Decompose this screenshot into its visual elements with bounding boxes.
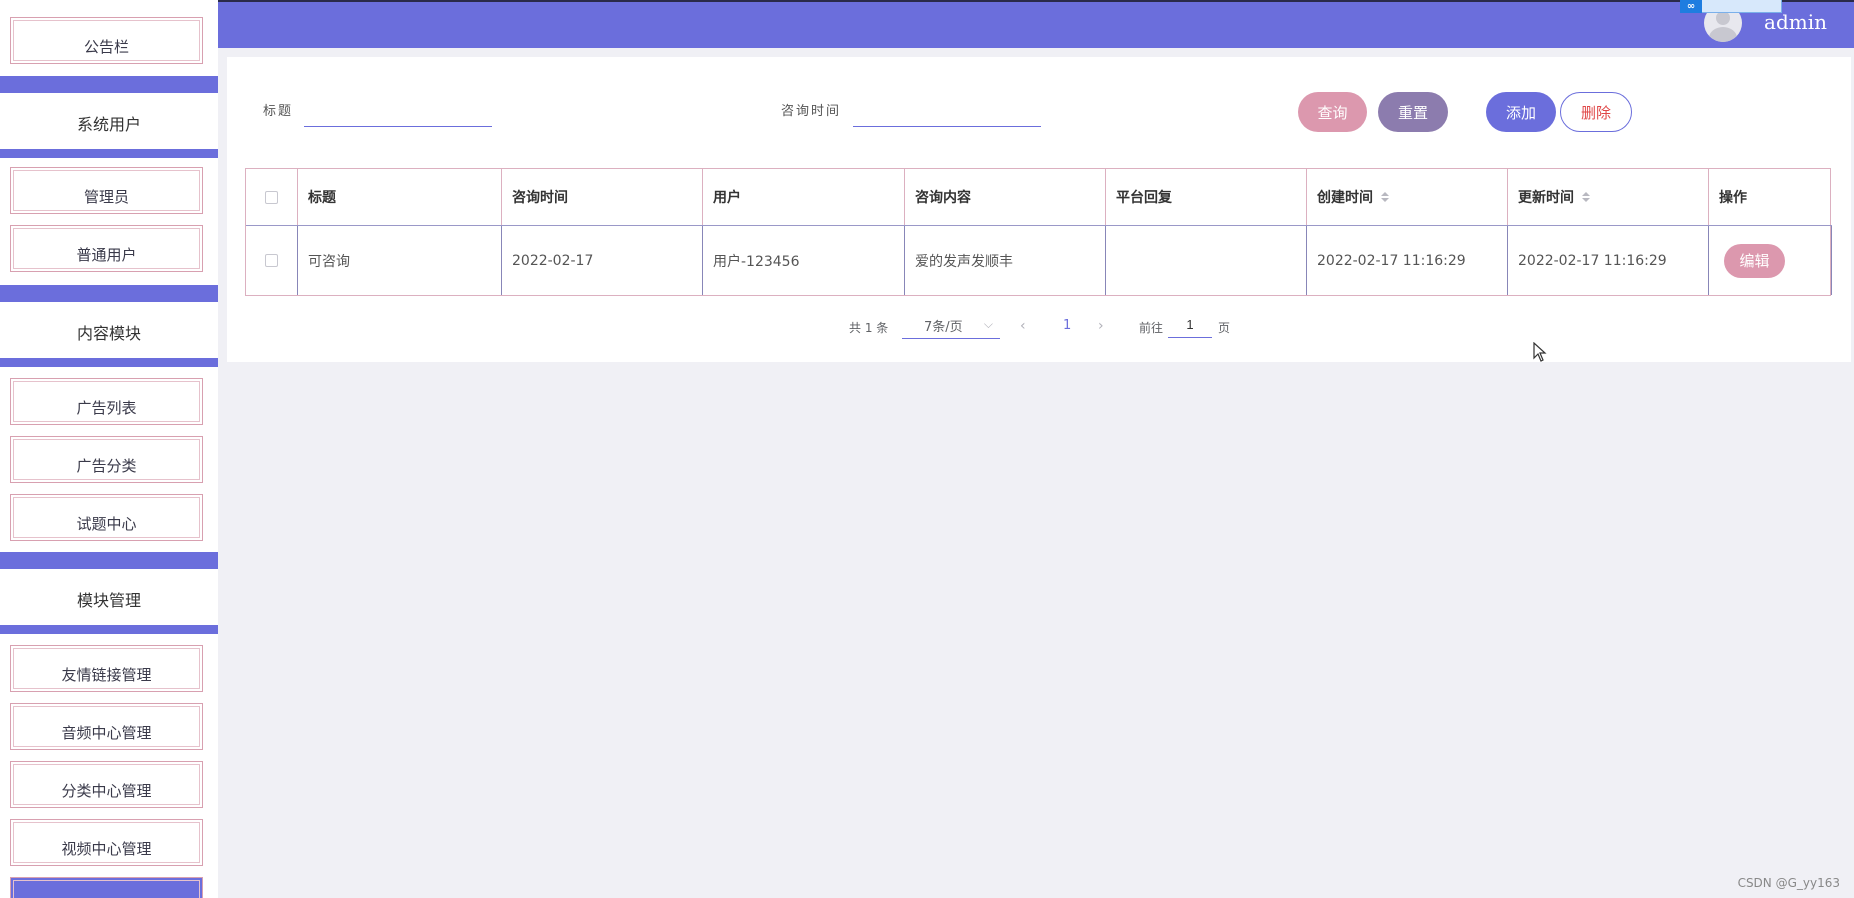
column-header-consult-time: 咨询时间 [502,169,703,225]
column-header-title: 标题 [298,169,502,225]
select-all-checkbox[interactable] [265,190,278,204]
mouse-cursor-icon [1533,342,1547,362]
table-row: 可咨询 2022-02-17 用户-123456 爱的发声发顺丰 2022-02… [246,226,1832,295]
row-checkbox[interactable] [265,254,278,267]
sidebar-item-exam-center[interactable]: 试题中心 [10,494,203,541]
sidebar-item-label: 友情链接管理 [61,666,152,684]
cell-updated: 2022-02-17 11:16:29 [1508,226,1709,295]
sidebar-item-label: 广告分类 [76,457,137,475]
pagination-total: 共 1 条 [849,321,889,335]
title-search-input[interactable] [304,97,492,127]
sort-icon[interactable] [1582,192,1590,202]
sidebar-item-friend-links[interactable]: 友情链接管理 [10,645,203,692]
column-header-user: 用户 [703,169,905,225]
sidebar-group-label: 系统用户 [76,115,141,134]
column-header-actions: 操作 [1719,190,1747,206]
sort-icon[interactable] [1381,192,1389,202]
cell-user: 用户-123456 [703,226,905,295]
sidebar-item-ad-category[interactable]: 广告分类 [10,436,203,483]
sidebar-item-category-center[interactable]: 分类中心管理 [10,761,203,808]
cell-consult-time: 2022-02-17 [502,226,703,295]
reset-button[interactable]: 重置 [1378,92,1448,132]
sidebar-item-admin[interactable]: 管理员 [10,167,203,214]
search-button[interactable]: 查询 [1298,92,1367,132]
sidebar-divider [0,358,218,367]
consultation-table: 标题 咨询时间 用户 咨询内容 平台回复 创建时间 更新时间 操作 可咨询 20… [245,168,1832,296]
cell-content: 爱的发声发顺丰 [905,226,1106,295]
sidebar-group-content-module[interactable]: 内容模块 [0,306,218,358]
select-all-cell [246,169,298,225]
sidebar-group-system-users[interactable]: 系统用户 [0,97,218,149]
sidebar-item-audio-center[interactable]: 音频中心管理 [10,703,203,750]
sidebar-item-label: 分类中心管理 [61,782,152,800]
username[interactable]: admin [1764,10,1827,34]
sidebar-item-label: 视频中心管理 [61,840,152,858]
delete-button[interactable]: 删除 [1560,92,1632,132]
page-size-value: 7条/页 [924,320,963,335]
consult-time-search-label: 咨询时间 [781,104,842,119]
sidebar-item-label: 广告列表 [76,399,137,417]
cell-reply [1106,226,1307,295]
column-header-content: 咨询内容 [905,169,1106,225]
sidebar-divider [0,552,218,569]
sidebar-item-ad-list[interactable]: 广告列表 [10,378,203,425]
sidebar-group-module-management[interactable]: 模块管理 [0,573,218,625]
main-card: 标题 咨询时间 查询 重置 添加 删除 标题 咨询时间 用户 咨询内容 平台回复… [227,57,1851,362]
top-header: admin [218,0,1854,48]
watermark: CSDN @G_yy163 [1737,876,1840,890]
add-button[interactable]: 添加 [1486,92,1556,132]
column-header-reply: 平台回复 [1106,169,1307,225]
sidebar-item-normal-user[interactable]: 普通用户 [10,225,203,272]
sidebar-divider [0,285,218,302]
sidebar-item-label: 音频中心管理 [61,724,152,742]
sidebar: 公告栏 系统用户 管理员 普通用户 内容模块 广告列表 广告分类 试题中心 模块… [0,0,218,898]
sidebar-item-label: 管理员 [83,188,129,206]
sidebar-item-bulletin[interactable]: 公告栏 [10,17,203,64]
edit-button[interactable]: 编辑 [1724,243,1785,278]
row-select-cell [246,226,298,295]
sidebar-item-video-center[interactable]: 视频中心管理 [10,819,203,866]
title-search-label: 标题 [263,104,294,119]
chevron-down-icon: ⌵ [983,317,993,331]
page-number-current[interactable]: 1 [1063,318,1071,333]
infinity-logo-icon[interactable]: ∞ [1680,0,1702,13]
sidebar-item-label: 公告栏 [83,38,129,56]
column-header-created[interactable]: 创建时间 [1307,169,1508,225]
sidebar-divider [0,625,218,634]
chevron-right-icon[interactable]: › [1098,318,1104,334]
column-header-updated[interactable]: 更新时间 [1508,169,1709,225]
sidebar-divider [0,149,218,158]
consult-time-search-input[interactable] [853,97,1041,127]
goto-prefix: 前往 [1139,321,1164,335]
chevron-left-icon[interactable]: ‹ [1020,318,1026,334]
page-size-select[interactable]: 7条/页 ⌵ [902,313,1000,339]
table-header-row: 标题 咨询时间 用户 咨询内容 平台回复 创建时间 更新时间 操作 [246,169,1832,226]
sidebar-divider [0,76,218,93]
goto-page-input[interactable] [1168,312,1212,338]
sidebar-item-label: 试题中心 [76,515,137,533]
sidebar-group-label: 模块管理 [76,591,141,610]
cell-actions: 编辑 [1709,226,1832,295]
sidebar-item-label: 普通用户 [76,246,137,264]
cell-title: 可咨询 [298,226,502,295]
goto-suffix: 页 [1218,321,1231,335]
column-header-label: 更新时间 [1518,190,1574,206]
sidebar-item-active[interactable] [10,877,203,898]
sidebar-group-label: 内容模块 [76,324,141,343]
column-header-label: 创建时间 [1317,190,1373,206]
cell-created: 2022-02-17 11:16:29 [1307,226,1508,295]
